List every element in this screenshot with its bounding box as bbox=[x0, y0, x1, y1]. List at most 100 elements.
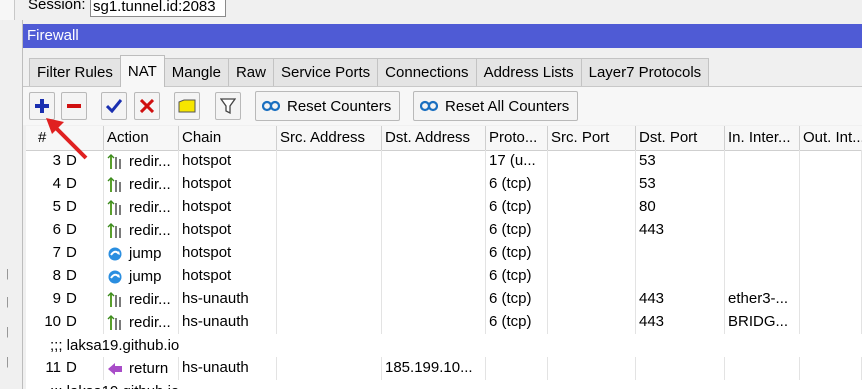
check-icon bbox=[106, 99, 122, 113]
tab-layer7-protocols[interactable]: Layer7 Protocols bbox=[580, 58, 710, 87]
cell-flag: D bbox=[64, 173, 104, 196]
cell-action: redir... bbox=[104, 196, 179, 219]
reset-counters-button[interactable]: Reset Counters bbox=[255, 91, 401, 121]
tab-address-lists[interactable]: Address Lists bbox=[475, 58, 582, 87]
remove-icon bbox=[67, 104, 81, 108]
cell-action: jump bbox=[104, 265, 179, 288]
enable-button[interactable] bbox=[101, 92, 127, 120]
col-action[interactable]: Action bbox=[104, 126, 179, 150]
cell-chain: hotspot bbox=[179, 265, 277, 288]
cell-dport: 80 bbox=[636, 196, 725, 219]
cell-chain: hs-unauth bbox=[179, 311, 277, 334]
session-label: Session: bbox=[28, 0, 86, 13]
cell-in: ether3-... bbox=[725, 288, 800, 311]
cell-in bbox=[725, 196, 800, 219]
comment-button[interactable] bbox=[174, 92, 200, 120]
cell-dst bbox=[382, 242, 486, 265]
cell-flag: D bbox=[64, 265, 104, 288]
col-dst-address[interactable]: Dst. Address bbox=[382, 126, 486, 150]
nat-rules-table: # Action Chain Src. Address Dst. Address… bbox=[26, 126, 862, 389]
jump-icon bbox=[108, 247, 122, 260]
table-row[interactable]: 10 Dredir... hs-unauth 6 (tcp) 443 BRIDG... bbox=[26, 311, 862, 334]
col-src-port[interactable]: Src. Port bbox=[548, 126, 636, 150]
cell-dst: 185.199.10... bbox=[382, 357, 486, 380]
cell-chain: hs-unauth bbox=[179, 288, 277, 311]
cell-out bbox=[800, 357, 862, 380]
cell-sport bbox=[548, 242, 636, 265]
cell-dport: 443 bbox=[636, 219, 725, 242]
window-title[interactable]: Firewall bbox=[23, 24, 862, 48]
cell-num: 6 bbox=[52, 221, 61, 238]
disable-button[interactable] bbox=[134, 92, 160, 120]
action-label: redir... bbox=[129, 175, 171, 193]
cell-proto: 6 (tcp) bbox=[486, 242, 548, 265]
gutter-marker: | bbox=[6, 296, 9, 308]
redirect-icon bbox=[107, 222, 121, 238]
redirect-icon bbox=[107, 291, 121, 307]
cell-out bbox=[800, 173, 862, 196]
col-protocol[interactable]: Proto... bbox=[486, 126, 548, 150]
cell-dport: 443 bbox=[636, 288, 725, 311]
cell-proto: 6 (tcp) bbox=[486, 311, 548, 334]
cell-sport bbox=[548, 150, 636, 173]
table-row[interactable]: 5 Dredir... hotspot 6 (tcp) 80 bbox=[26, 196, 862, 219]
table-row[interactable]: 9 Dredir... hs-unauth 6 (tcp) 443 ether3-... bbox=[26, 288, 862, 311]
reset-all-counters-label: Reset All Counters bbox=[445, 97, 570, 115]
cell-src bbox=[277, 173, 382, 196]
tab-filter-rules[interactable]: Filter Rules bbox=[29, 58, 121, 87]
col-out-interface[interactable]: Out. Int... bbox=[800, 126, 862, 150]
cell-dport bbox=[636, 357, 725, 380]
cell-dport bbox=[636, 265, 725, 288]
cell-chain: hotspot bbox=[179, 173, 277, 196]
return-icon bbox=[108, 362, 122, 375]
cell-proto: 6 (tcp) bbox=[486, 219, 548, 242]
tab-raw[interactable]: Raw bbox=[227, 58, 274, 87]
left-panel-button[interactable] bbox=[0, 0, 15, 20]
toolbar: Reset Counters Reset All Counters bbox=[23, 86, 862, 125]
tab-mangle[interactable]: Mangle bbox=[163, 58, 229, 87]
cell-flag: D bbox=[64, 311, 104, 334]
cell-action: redir... bbox=[104, 288, 179, 311]
cell-proto: 6 (tcp) bbox=[486, 265, 548, 288]
table-row[interactable]: 8 Djump hotspot 6 (tcp) bbox=[26, 265, 862, 288]
reset-all-counters-button[interactable]: Reset All Counters bbox=[413, 91, 579, 121]
cell-sport bbox=[548, 173, 636, 196]
col-in-interface[interactable]: In. Inter... bbox=[725, 126, 800, 150]
cell-flag: D bbox=[64, 219, 104, 242]
session-field[interactable]: sg1.tunnel.id:2083 bbox=[90, 0, 226, 17]
tab-nat[interactable]: NAT bbox=[119, 55, 165, 87]
session-bar: Session: sg1.tunnel.id:2083 bbox=[0, 0, 862, 20]
table-row[interactable]: 6 Dredir... hotspot 6 (tcp) 443 bbox=[26, 219, 862, 242]
cell-chain: hotspot bbox=[179, 219, 277, 242]
cell-action: redir... bbox=[104, 150, 179, 173]
filter-button[interactable] bbox=[215, 92, 241, 120]
col-chain[interactable]: Chain bbox=[179, 126, 277, 150]
col-src-address[interactable]: Src. Address bbox=[277, 126, 382, 150]
table-row[interactable]: 3 Dredir... hotspot 17 (u... 53 bbox=[26, 150, 862, 173]
annotation-arrow-icon bbox=[46, 118, 88, 160]
table-row[interactable]: 7 Djump hotspot 6 (tcp) bbox=[26, 242, 862, 265]
rule-comment[interactable]: ;;; laksa19.github.io bbox=[26, 380, 862, 389]
table-row[interactable]: 11 Dreturn hs-unauth 185.199.10... bbox=[26, 357, 862, 380]
col-dst-port[interactable]: Dst. Port bbox=[636, 126, 725, 150]
cell-flag: D bbox=[64, 288, 104, 311]
gutter-marker: | bbox=[6, 326, 9, 338]
rule-comment[interactable]: ;;; laksa19.github.io bbox=[26, 334, 862, 357]
cell-sport bbox=[548, 288, 636, 311]
add-icon bbox=[35, 99, 49, 113]
cell-in: BRIDG... bbox=[725, 311, 800, 334]
cell-num: 9 bbox=[52, 290, 61, 307]
table-row[interactable]: 4 Dredir... hotspot 6 (tcp) 53 bbox=[26, 173, 862, 196]
cell-proto bbox=[486, 357, 548, 380]
cell-out bbox=[800, 265, 862, 288]
tab-service-ports[interactable]: Service Ports bbox=[272, 58, 379, 87]
tab-connections[interactable]: Connections bbox=[377, 58, 477, 87]
cell-out bbox=[800, 196, 862, 219]
firewall-window: Firewall Filter Rules NAT Mangle Raw Ser… bbox=[23, 24, 862, 389]
cell-in bbox=[725, 173, 800, 196]
cell-num: 4 bbox=[52, 175, 61, 192]
cell-dst bbox=[382, 150, 486, 173]
cell-num: 5 bbox=[52, 198, 61, 215]
cell-src bbox=[277, 150, 382, 173]
cell-chain: hotspot bbox=[179, 196, 277, 219]
